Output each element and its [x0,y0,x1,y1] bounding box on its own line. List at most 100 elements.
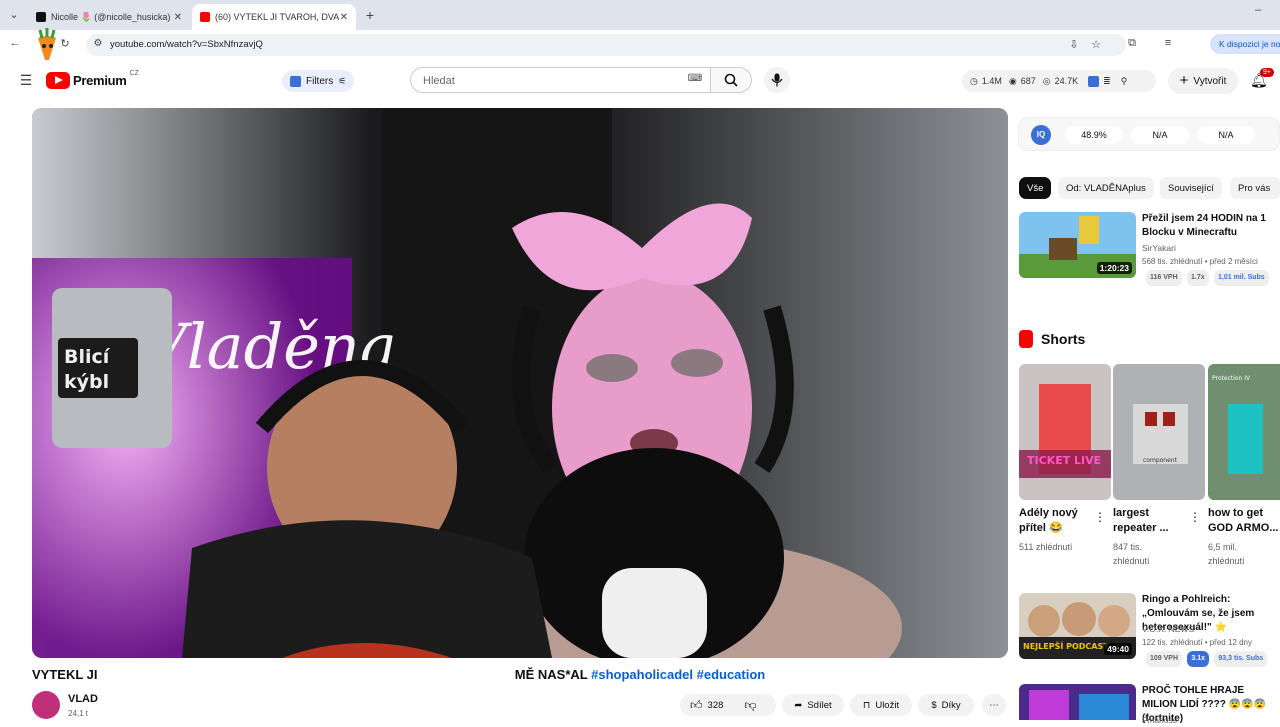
tab-nicolle[interactable]: Nicolle 🌷 (@nicolle_husicka) ✕ [28,4,190,30]
multiplier-badge: 3.1x [1187,651,1210,667]
svg-text:kýbl: kýbl [64,371,109,393]
region-label: CZ [129,70,139,77]
title-text-mid: MĚ NAS*AL [514,667,588,682]
short-menu-dots-icon[interactable]: ⋮ [1189,510,1201,524]
list-icon[interactable]: ≣ [1103,76,1111,87]
short-thumbnail[interactable]: TICKET LIVE [1019,364,1111,500]
install-app-icon[interactable]: ⇩ [1066,38,1082,51]
chip-for-you[interactable]: Pro vás [1230,177,1280,199]
search-icon [724,73,738,87]
stat-views: 1.4M [981,76,1002,86]
chip-from-channel[interactable]: Od: VLADĚNAplus [1058,177,1154,199]
update-available-pill[interactable]: K dispozici je nová [1210,34,1280,54]
logo-text: Premium [73,73,127,88]
bookmark-star-icon[interactable]: ☆ [1088,38,1104,51]
video-player[interactable]: Vladěna Blicí kýbl [32,108,1008,658]
search-button[interactable] [710,67,752,93]
site-info-icon[interactable]: ⚙ [90,38,106,49]
minimize-icon[interactable]: – [1250,4,1266,16]
close-tab-icon[interactable]: ✕ [174,12,182,23]
save-label: Uložit [875,699,900,711]
microphone-icon [771,73,783,87]
short-image: component [1133,404,1188,464]
multiplier-badge: 1.7x [1187,270,1209,286]
video-thumbnail[interactable]: NEJLEPŠÍ PODCAST 49:40 [1019,593,1136,659]
browser-toolbar: ← ↻ ⚙ youtube.com/watch?v=SbxNfnzavjQ ⇩ … [0,30,1280,81]
video-title: VYTEKL JI MĚ NAS*AL #shopaholicadel #edu… [32,667,765,682]
youtube-play-logo-icon [46,72,70,89]
rec-title[interactable]: Přežil jsem 24 HODIN na 1 Blocku v Minec… [1142,212,1272,240]
iq-logo-icon [1088,75,1100,87]
reading-list-icon[interactable]: ≡ [1160,37,1176,49]
short-title[interactable]: how to get GOD ARMO... [1208,506,1280,536]
subscriber-count: 24,1 t [68,709,89,718]
like-button[interactable]: 👍︎ 328 [690,698,723,713]
like-count: 328 [707,699,724,711]
vph-badge: 116 VPH [1146,270,1182,286]
thumbnail-image [1029,690,1129,720]
thumbs-down-icon[interactable]: 👎︎ [744,698,756,713]
youtube-logo[interactable]: Premium CZ [46,70,139,89]
like-dislike-group: 👍︎ 328 👎︎ [680,694,776,716]
browser-tab-bar: ⌄ Nicolle 🌷 (@nicolle_husicka) ✕ (60) VY… [0,0,1280,30]
short-title[interactable]: Adély nový přítel 😂 [1019,506,1089,536]
sliders-icon: ⚟ [338,75,347,86]
stat-eye: 687 [1020,76,1036,86]
hamburger-menu-icon[interactable]: ☰ [18,72,34,89]
voice-search-button[interactable] [764,67,790,93]
short-thumbnail[interactable]: component [1113,364,1205,500]
video-thumbnail[interactable] [1019,684,1136,720]
more-dots-icon: ⋯ [989,699,999,711]
channel-name[interactable]: VLAD [68,693,98,705]
thanks-button[interactable]: $ Díky [918,694,974,716]
close-tab-icon[interactable]: ✕ [340,12,348,23]
more-actions-button[interactable]: ⋯ [982,694,1006,716]
channel-avatar[interactable] [32,691,60,719]
vidiq-stats-bar[interactable]: ◷ 1.4M ◉ 687 ◎ 24.7K ≣ ⚲ [962,70,1156,92]
rec-badges: 109 VPH 3.1x 93,3 tis. Subs [1146,650,1270,667]
short-title[interactable]: largest repeater ... [1113,506,1183,536]
rec-badges: 116 VPH 1.7x 1,01 mil. Subs [1146,269,1272,286]
iq-score: 48.9% [1065,126,1123,144]
duration-badge: 1:20:23 [1096,262,1132,274]
youtube-header: ☰ Premium CZ Filters ⚟ Hledat ⌨ ◷ 1.4M ◉ 6… [0,60,1280,104]
tool-icon[interactable]: ⚲ [1121,76,1128,87]
rec-meta: 122 tis. zhlédnutí • před 12 dny [1142,638,1252,647]
keyboard-icon[interactable]: ⌨ [687,73,703,84]
new-tab-plus-icon[interactable]: + [362,7,378,23]
tab-youtube[interactable]: (60) VYTEKL JI TVAROH, DVAKRÁT ✕ [192,4,356,30]
rec-channel[interactable]: SirYakari [1142,241,1176,255]
vph-badge: 109 VPH [1146,651,1183,667]
extensions-icon[interactable]: ⧉ [1124,37,1140,50]
create-button[interactable]: + Vytvořit [1168,68,1238,94]
short-overlay-text: Protection IV [1212,375,1251,382]
short-menu-dots-icon[interactable]: ⋮ [1094,510,1106,524]
share-button[interactable]: ➦ Sdílet [782,694,844,716]
iq-stat: N/A [1131,126,1189,144]
hashtag-link[interactable]: #shopaholicadel [591,667,693,682]
chip-related[interactable]: Související [1160,177,1222,199]
rec-channel[interactable]: V.O.X. NEWS [1142,622,1194,636]
video-frame: Vladěna Blicí kýbl [32,108,1008,658]
short-overlay-text: component [1143,457,1178,464]
tab-list-chevron-icon[interactable]: ⌄ [6,8,22,21]
filters-button[interactable]: Filters ⚟ [282,70,354,92]
back-arrow-icon[interactable]: ← [7,37,23,49]
super-thanks-icon: $ [931,699,937,711]
chip-all[interactable]: Vše [1019,177,1052,199]
shorts-header: Shorts [1019,330,1085,348]
hashtag-link[interactable]: #education [697,667,766,682]
short-thumbnail[interactable]: Protection IV [1208,364,1280,500]
thumbnail-overlay-text: NEJLEPŠÍ PODCAST [1023,640,1109,651]
save-button[interactable]: ⊓ Uložit [850,694,912,716]
search-input[interactable]: Hledat ⌨ [410,67,710,93]
share-label: Sdílet [807,699,832,711]
subs-badge: 93,3 tis. Subs [1214,651,1268,667]
tiktok-favicon-icon [36,12,46,22]
video-thumbnail[interactable]: 1:20:23 [1019,212,1136,278]
rec-meta: 568 tis. zhlédnutí • před 2 měsíci [1142,257,1258,266]
address-bar[interactable]: ⚙ youtube.com/watch?v=SbxNfnzavjQ ⇩ ☆ [86,34,1126,56]
subs-badge: 1,01 mil. Subs [1214,270,1269,286]
rec-channel[interactable]: Fmanoss [1142,713,1177,727]
notification-count-badge: 9+ [1260,68,1274,77]
